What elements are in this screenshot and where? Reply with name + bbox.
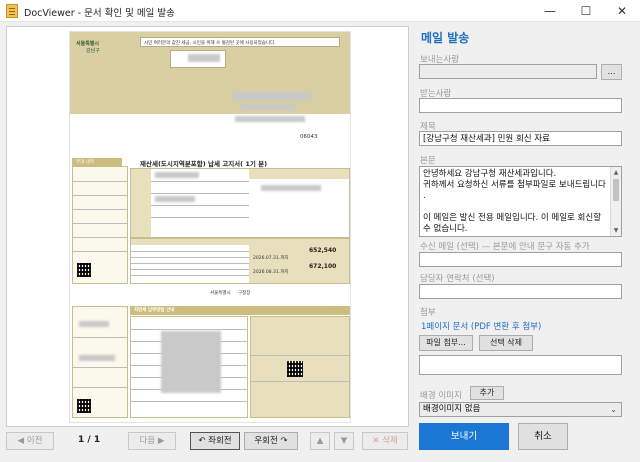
qr-code-icon bbox=[77, 263, 91, 277]
doc-issuer-bottom2: 구청장 bbox=[238, 291, 251, 296]
recv-label: 수신 메일 (선택) — 본문에 안내 문구 자동 추가 bbox=[420, 242, 590, 252]
doc-notice-line: 시민 여러분의 값진 세금, 시민을 위해 쓰 혈감된 곳에 사용되었습니다. bbox=[144, 41, 276, 46]
attach-summary: 1페이지 문서 (PDF 변환 후 첨부) bbox=[421, 322, 542, 332]
attachment-list[interactable] bbox=[419, 355, 622, 375]
app-icon bbox=[6, 4, 18, 18]
doc-notice-box: 시민 여러분의 값진 세금, 시민을 위해 쓰 혈감된 곳에 사용되었습니다. bbox=[140, 37, 340, 47]
sender-picker-button[interactable]: … bbox=[601, 64, 622, 80]
body-line: . bbox=[423, 191, 426, 201]
redacted-block bbox=[155, 196, 195, 202]
bg-image-add-button[interactable]: 추가 bbox=[470, 386, 504, 400]
doc-address-area: 06043 bbox=[70, 114, 350, 148]
redacted-block bbox=[155, 172, 199, 178]
doc-bank-list bbox=[130, 316, 248, 418]
chevron-down-icon: ⌄ bbox=[610, 405, 617, 414]
doc-postcode: 06043 bbox=[300, 134, 318, 140]
bg-image-select[interactable]: 배경이미지 없음 ⌄ bbox=[419, 402, 622, 417]
body-label: 본문 bbox=[420, 156, 436, 166]
doc-main-table bbox=[130, 168, 350, 238]
attach-delete-button[interactable]: 선택 삭제 bbox=[479, 335, 533, 351]
sender-field[interactable] bbox=[419, 64, 597, 79]
contact-field[interactable] bbox=[419, 284, 622, 299]
doc-bottom-title: 지방세 납부방법 안내 bbox=[134, 308, 175, 313]
doc-payment-header: 지방세 납부방법 안내 bbox=[130, 306, 350, 315]
title-bar: DocViewer - 문서 확인 및 메일 발송 — ☐ ✕ bbox=[0, 0, 640, 22]
bg-image-selected: 배경이미지 없음 bbox=[423, 404, 481, 414]
page-indicator: 1 / 1 bbox=[78, 435, 101, 445]
rotate-left-button[interactable]: ↶ 좌회전 bbox=[190, 432, 240, 450]
attach-file-button[interactable]: 파일 첨부... bbox=[419, 335, 473, 351]
body-line: 수 없습니다. bbox=[423, 224, 468, 234]
scroll-thumb[interactable] bbox=[613, 179, 619, 201]
panel-title: 메일 발송 bbox=[421, 31, 470, 45]
body-line: 안녕하세요 강남구청 재산세과입니다. bbox=[423, 169, 557, 179]
doc-due1: 2026.07.31.까지 bbox=[253, 256, 289, 261]
redacted-block bbox=[240, 104, 295, 110]
doc-left-stub bbox=[72, 306, 128, 418]
doc-logo: 서울특별시 강남구 bbox=[76, 40, 116, 56]
doc-due2: 2026.08.31.까지 bbox=[253, 270, 289, 275]
doc-title: 재산세(도시지역분포함) 납세 고지서( 1기 분) bbox=[140, 160, 268, 168]
doc-left-table bbox=[72, 166, 128, 284]
document-page: 서울특별시 강남구 시민 여러분의 값진 세금, 시민을 위해 쓰 혈감된 곳에… bbox=[69, 31, 351, 423]
window-title: DocViewer - 문서 확인 및 메일 발송 bbox=[24, 8, 175, 19]
redacted-block bbox=[261, 185, 321, 191]
next-page-button[interactable]: 다음 ▶ bbox=[128, 432, 176, 450]
recipient-field[interactable] bbox=[419, 98, 622, 113]
scroll-down-icon[interactable]: ▼ bbox=[611, 225, 621, 236]
send-button[interactable]: 보내기 bbox=[419, 423, 509, 450]
body-line bbox=[423, 202, 607, 213]
qr-code-icon bbox=[77, 399, 91, 413]
redacted-block bbox=[79, 355, 115, 361]
delete-page-button[interactable]: ✕ 삭제 bbox=[362, 432, 408, 450]
doc-amount2: 672,100 bbox=[309, 263, 337, 270]
redacted-block bbox=[188, 54, 220, 62]
doc-issuer: 서울특별시 bbox=[76, 41, 100, 47]
redacted-block bbox=[161, 331, 221, 393]
recv-field[interactable] bbox=[419, 252, 622, 267]
doc-district: 강남구 bbox=[86, 48, 100, 54]
doc-issuer-bottom: 서울특별시 bbox=[210, 291, 231, 296]
bg-image-label: 배경 이미지 bbox=[420, 391, 462, 401]
minimize-button[interactable]: — bbox=[532, 0, 568, 22]
move-down-button[interactable]: ▼ bbox=[334, 432, 354, 450]
doc-payment-info bbox=[250, 316, 350, 418]
cancel-button[interactable]: 취소 bbox=[518, 423, 568, 450]
attach-label: 첨부 bbox=[420, 308, 436, 318]
rotate-right-button[interactable]: 우회전 ↷ bbox=[244, 432, 298, 450]
doc-section-left-title: 부과 내역 bbox=[76, 160, 94, 165]
move-up-button[interactable]: ▲ bbox=[310, 432, 330, 450]
body-scrollbar[interactable]: ▲ ▼ bbox=[610, 167, 621, 236]
body-line: 이 메일은 발신 전용 메일입니다. 이 메일로 회신할 bbox=[423, 213, 602, 223]
redacted-block bbox=[235, 116, 305, 122]
body-textarea[interactable]: 안녕하세요 강남구청 재산세과입니다. 귀하께서 요청하신 서류를 첨부파일로 … bbox=[419, 166, 622, 237]
doc-section-left-header: 부과 내역 bbox=[72, 158, 122, 166]
contact-label: 담당자 연락처 (선택) bbox=[420, 274, 495, 284]
subject-field[interactable]: [강남구청 재산세과] 민원 회신 자료 bbox=[419, 131, 622, 146]
doc-tax-table: 2026.07.31.까지 652,540 2026.08.31.까지 672,… bbox=[130, 238, 350, 284]
redacted-block bbox=[232, 92, 312, 100]
body-line: 귀하께서 요청하신 서류를 첨부파일로 보내드립니다 bbox=[423, 180, 606, 190]
qr-code-icon bbox=[287, 361, 303, 377]
redacted-block bbox=[79, 321, 109, 327]
doc-amount1: 652,540 bbox=[309, 247, 337, 254]
scroll-up-icon[interactable]: ▲ bbox=[611, 167, 621, 178]
document-preview: 서울특별시 강남구 시민 여러분의 값진 세금, 시민을 위해 쓰 혈감된 곳에… bbox=[6, 26, 409, 427]
close-button[interactable]: ✕ bbox=[604, 0, 640, 22]
prev-page-button[interactable]: ◀ 이전 bbox=[6, 432, 54, 450]
maximize-button[interactable]: ☐ bbox=[568, 0, 604, 22]
